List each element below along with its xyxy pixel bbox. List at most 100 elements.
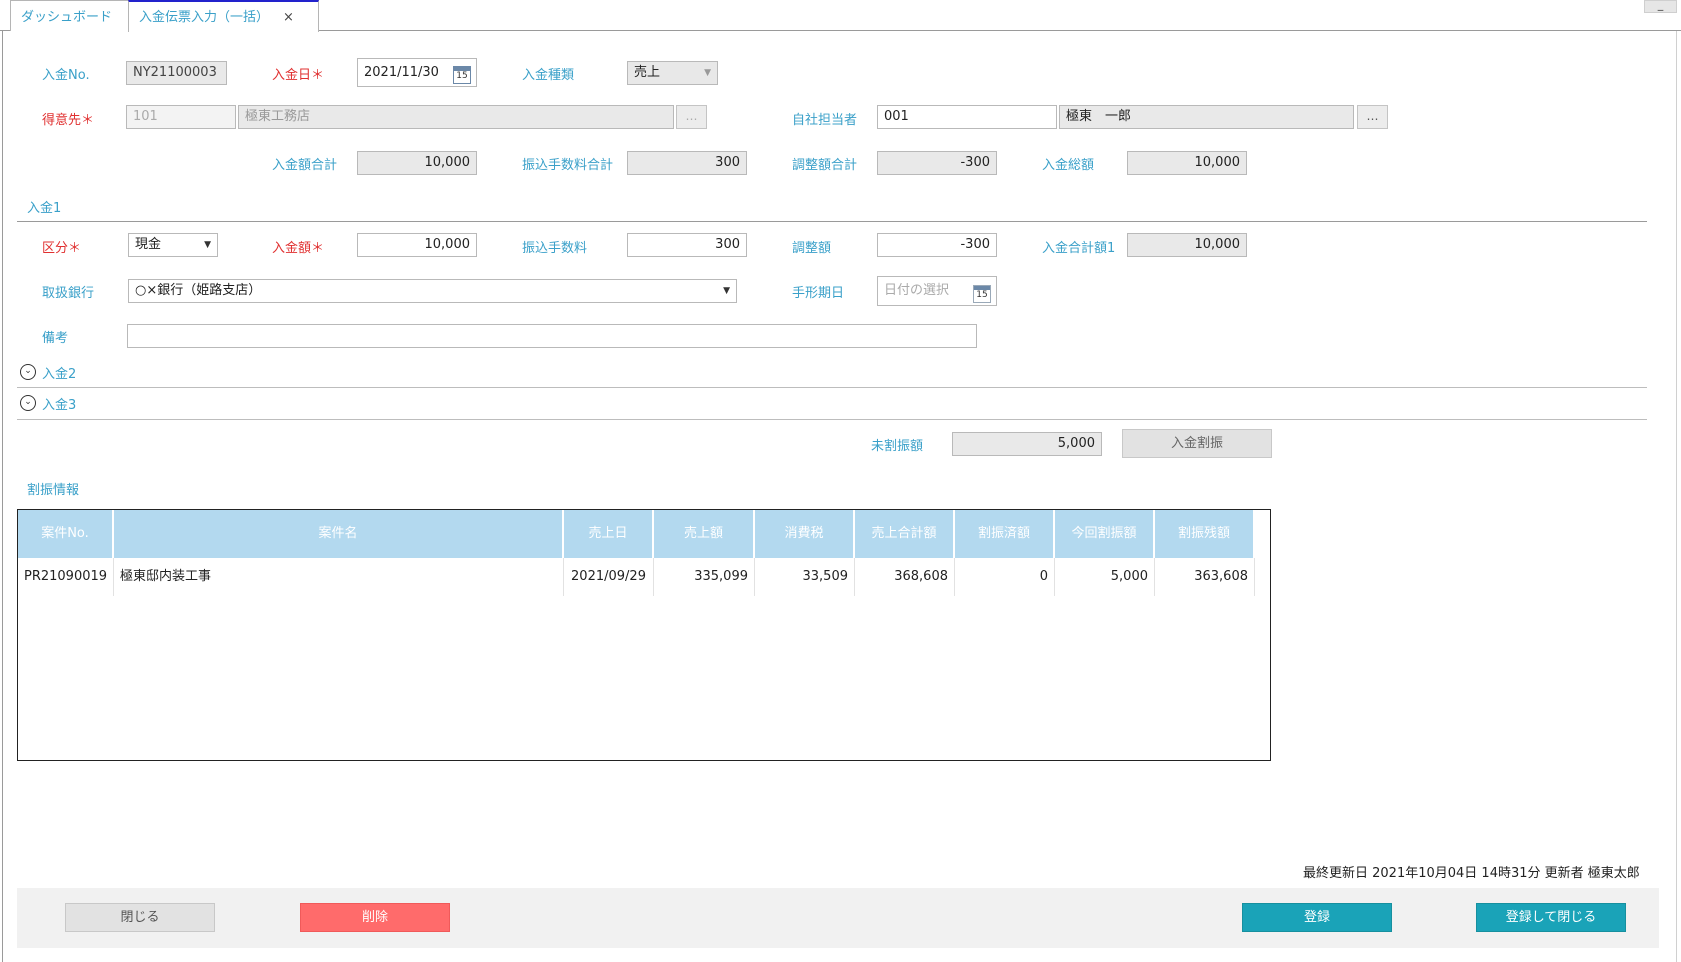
last-updated-text: 最終更新日 2021年10月04日 14時31分 更新者 極東太郎 [1303,866,1640,881]
memo-label: 備考 [42,331,69,346]
cell-project-no: PR21090019 [18,558,114,596]
unallocated-label: 未割振額 [871,439,924,454]
cell-allocated: 0 [955,558,1055,596]
unallocated-field: 5,000 [952,432,1102,456]
tab-label: 入金伝票入力（一括） [139,10,270,25]
label-text: 区分 [42,241,69,256]
payment2-title[interactable]: 入金2 [42,363,76,382]
deposit-date-label: 入金日＊ [272,64,324,83]
calendar-icon[interactable]: 15 [453,66,471,84]
frame-border [1676,31,1677,962]
memo-field[interactable] [127,324,977,348]
customer-code-field[interactable]: 101 [126,105,236,129]
required-mark: ＊ [68,241,82,256]
column-header[interactable]: 売上日 [564,510,654,558]
allocation-title: 割振情報 [27,483,80,498]
payment-sum-field: 10,000 [1127,233,1247,257]
column-header[interactable]: 今回割振額 [1055,510,1155,558]
payment-sum-label: 入金合計額1 [1042,241,1116,256]
cell-sales-total: 368,608 [855,558,955,596]
fee-total-label: 振込手数料合計 [522,158,614,173]
adjust-total-label: 調整額合計 [792,158,858,173]
column-header[interactable]: 案件No. [18,510,114,558]
amount-label: 入金額＊ [272,237,324,256]
expand-icon[interactable]: ⌄ [20,364,36,380]
deposit-no-field: NY21100003 [126,61,227,85]
cell-sales-date: 2021/09/29 [564,558,654,596]
frame-border [2,31,3,962]
minimize-button[interactable]: _ [1644,0,1677,13]
save-and-close-button[interactable]: 登録して閉じる [1476,903,1626,932]
select-value: 売上 [634,65,661,80]
cell-tax: 33,509 [755,558,855,596]
cell-remaining: 363,608 [1155,558,1255,596]
calendar-day: 15 [456,71,468,81]
bank-select[interactable]: ○×銀行（姫路支店） ▼ [128,279,737,303]
label-text: 入金日 [272,68,312,83]
staff-search-button[interactable]: … [1357,105,1388,129]
cell-current-allocation: 5,000 [1055,558,1155,596]
allocation-table: 案件No. 案件名 売上日 売上額 消費税 売上合計額 割振済額 今回割振額 割… [17,509,1271,761]
chevron-down-icon: ▼ [723,286,730,296]
deposit-no-label: 入金No. [42,68,90,83]
column-header[interactable]: 割振残額 [1155,510,1255,558]
adjust-field[interactable]: -300 [877,233,997,257]
customer-label: 得意先＊ [42,109,94,128]
bank-label: 取扱銀行 [42,286,95,301]
tab-dashboard[interactable]: ダッシュボード [10,0,129,31]
fee-total-field: 300 [627,151,747,175]
fee-field[interactable]: 300 [627,233,747,257]
grand-total-label: 入金総額 [1042,158,1095,173]
due-date-label: 手形期日 [792,286,845,301]
category-label: 区分＊ [42,237,81,256]
date-value: 2021/11/30 [364,65,439,80]
required-mark: ＊ [81,113,95,128]
deposit-type-select[interactable]: 売上 ▼ [627,61,718,85]
tab-label: ダッシュボード [21,10,113,25]
label-text: 得意先 [42,113,82,128]
column-header[interactable]: 売上合計額 [855,510,955,558]
divider [17,387,1647,388]
fee-label: 振込手数料 [522,241,588,256]
calendar-icon[interactable]: 15 [973,285,991,303]
deposit-date-field[interactable]: 2021/11/30 15 [357,58,477,87]
payment3-title[interactable]: 入金3 [42,394,76,413]
required-mark: ＊ [311,241,325,256]
divider [17,221,1647,222]
allocate-button[interactable]: 入金割振 [1122,429,1272,458]
staff-code-field[interactable]: 001 [877,105,1057,129]
deposit-type-label: 入金種類 [522,68,575,83]
select-value: ○×銀行（姫路支店） [135,283,262,298]
column-header[interactable]: 割振済額 [955,510,1055,558]
deposit-total-label: 入金額合計 [272,158,338,173]
date-placeholder: 日付の選択 [884,283,950,298]
category-select[interactable]: 現金 ▼ [128,233,218,257]
cell-sales-amount: 335,099 [654,558,755,596]
close-icon[interactable]: × [283,10,294,25]
adjust-label: 調整額 [792,241,832,256]
label-text: 入金額 [272,241,312,256]
staff-name-field: 極東 一郎 [1059,105,1354,129]
chevron-down-icon: ▼ [704,68,711,78]
footer-bar [17,888,1659,948]
close-button[interactable]: 閉じる [65,903,215,932]
column-header[interactable]: 消費税 [755,510,855,558]
column-header[interactable]: 売上額 [654,510,755,558]
column-header[interactable]: 案件名 [114,510,564,558]
due-date-field[interactable]: 日付の選択 15 [877,276,997,306]
grand-total-field: 10,000 [1127,151,1247,175]
staff-label: 自社担当者 [792,113,858,128]
tab-deposit-entry[interactable]: 入金伝票入力（一括） × [128,0,319,32]
select-value: 現金 [135,237,162,252]
customer-search-button[interactable]: … [676,105,707,129]
divider [17,419,1647,420]
deposit-total-field: 10,000 [357,151,477,175]
expand-icon[interactable]: ⌄ [20,395,36,411]
chevron-down-icon: ▼ [204,240,211,250]
required-mark: ＊ [311,68,325,83]
calendar-day: 15 [976,290,988,300]
save-button[interactable]: 登録 [1242,903,1392,932]
amount-field[interactable]: 10,000 [357,233,477,257]
adjust-total-field: -300 [877,151,997,175]
delete-button[interactable]: 削除 [300,903,450,932]
